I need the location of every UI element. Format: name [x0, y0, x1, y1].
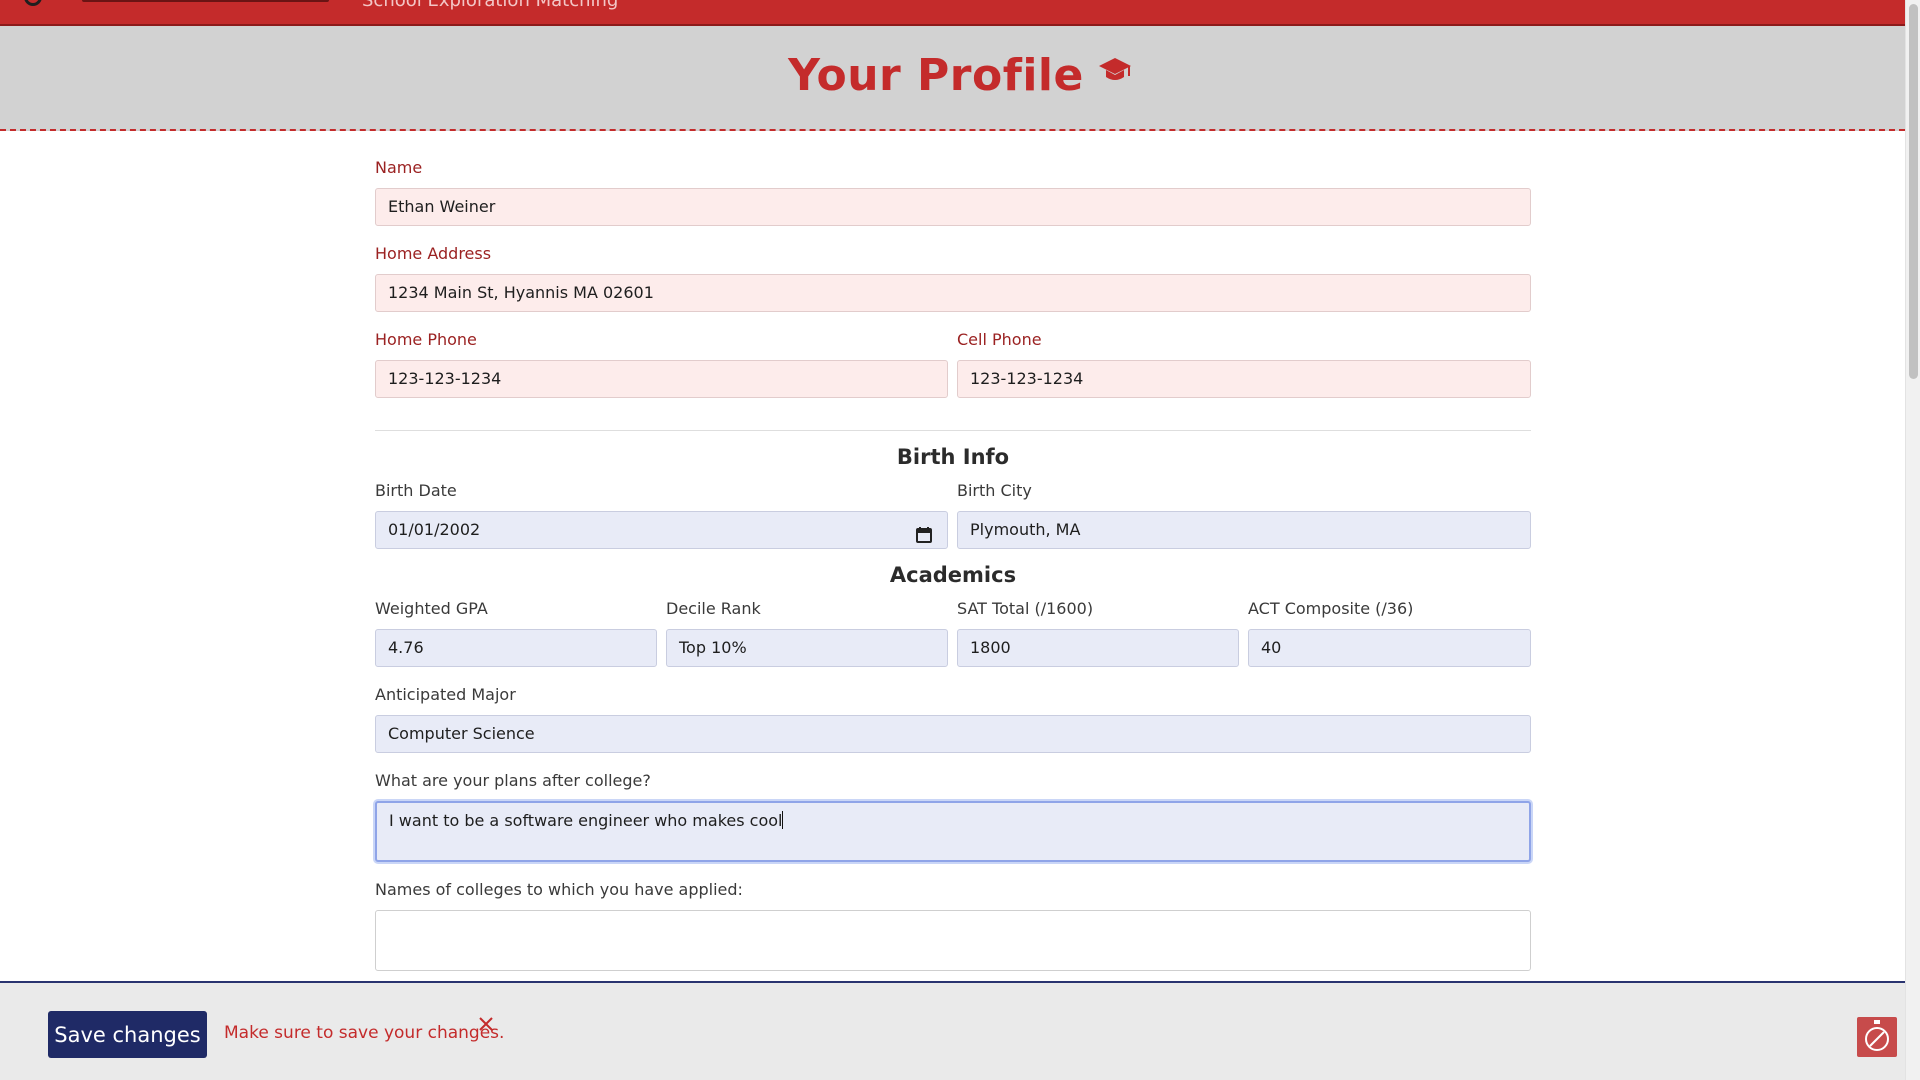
logo-wordmark	[82, 0, 329, 2]
birth-date-label: Birth Date	[375, 481, 457, 500]
colleges-applied-textarea[interactable]	[375, 910, 1531, 971]
sat-total-input[interactable]: 1800	[957, 629, 1239, 667]
birth-city-input[interactable]: Plymouth, MA	[957, 511, 1531, 549]
nav-links[interactable]: School Exploration Matching	[362, 0, 618, 11]
page-scrollbar[interactable]	[1905, 0, 1920, 1080]
name-label: Name	[375, 158, 423, 177]
birth-city-label: Birth City	[957, 481, 1032, 500]
anticipated-major-label: Anticipated Major	[375, 685, 516, 704]
plans-after-college-value: I want to be a software engineer who mak…	[389, 811, 783, 830]
weighted-gpa-label: Weighted GPA	[375, 599, 488, 618]
anticipated-major-input[interactable]: Computer Science	[375, 715, 1531, 753]
act-composite-input[interactable]: 40	[1248, 629, 1531, 667]
decile-rank-input[interactable]: Top 10%	[666, 629, 948, 667]
name-input[interactable]: Ethan Weiner	[375, 188, 1531, 226]
act-composite-label: ACT Composite (/36)	[1248, 599, 1414, 618]
plans-after-college-label: What are your plans after college?	[375, 771, 651, 790]
text-caret	[782, 811, 784, 829]
birth-info-heading: Birth Info	[896, 445, 1010, 469]
weighted-gpa-input[interactable]: 4.76	[375, 629, 657, 667]
home-address-input[interactable]: 1234 Main St, Hyannis MA 02601	[375, 274, 1531, 312]
save-footer: Save changes Make sure to save your chan…	[0, 981, 1905, 1080]
home-phone-label: Home Phone	[375, 330, 477, 349]
logo-mark-icon	[24, 0, 42, 6]
cell-phone-input[interactable]: 123-123-1234	[957, 360, 1531, 398]
birth-date-input[interactable]: 01/01/2002	[375, 511, 948, 549]
decile-rank-label: Decile Rank	[666, 599, 761, 618]
home-phone-input[interactable]: 123-123-1234	[375, 360, 948, 398]
page-title-text: Your Profile	[788, 50, 1084, 101]
section-divider	[375, 430, 1531, 431]
scrollbar-thumb[interactable]	[1909, 4, 1918, 379]
graduation-cap-icon	[1098, 44, 1132, 95]
top-nav-bar: School Exploration Matching	[0, 0, 1905, 26]
calendar-icon[interactable]	[915, 521, 933, 543]
sat-total-label: SAT Total (/1600)	[957, 599, 1094, 618]
cell-phone-label: Cell Phone	[957, 330, 1042, 349]
close-icon[interactable]	[478, 1016, 494, 1032]
page-title: Your Profile	[0, 44, 1920, 101]
plans-after-college-textarea[interactable]: I want to be a software engineer who mak…	[375, 801, 1531, 862]
save-changes-button[interactable]: Save changes	[48, 1011, 207, 1058]
widget-badge-icon[interactable]	[1857, 1017, 1897, 1057]
home-address-label: Home Address	[375, 244, 492, 263]
birth-date-value: 01/01/2002	[388, 520, 481, 539]
academics-heading: Academics	[889, 563, 1017, 587]
colleges-applied-label: Names of colleges to which you have appl…	[375, 880, 743, 899]
save-reminder-message: Make sure to save your changes.	[224, 1023, 505, 1043]
site-logo[interactable]	[24, 0, 329, 6]
